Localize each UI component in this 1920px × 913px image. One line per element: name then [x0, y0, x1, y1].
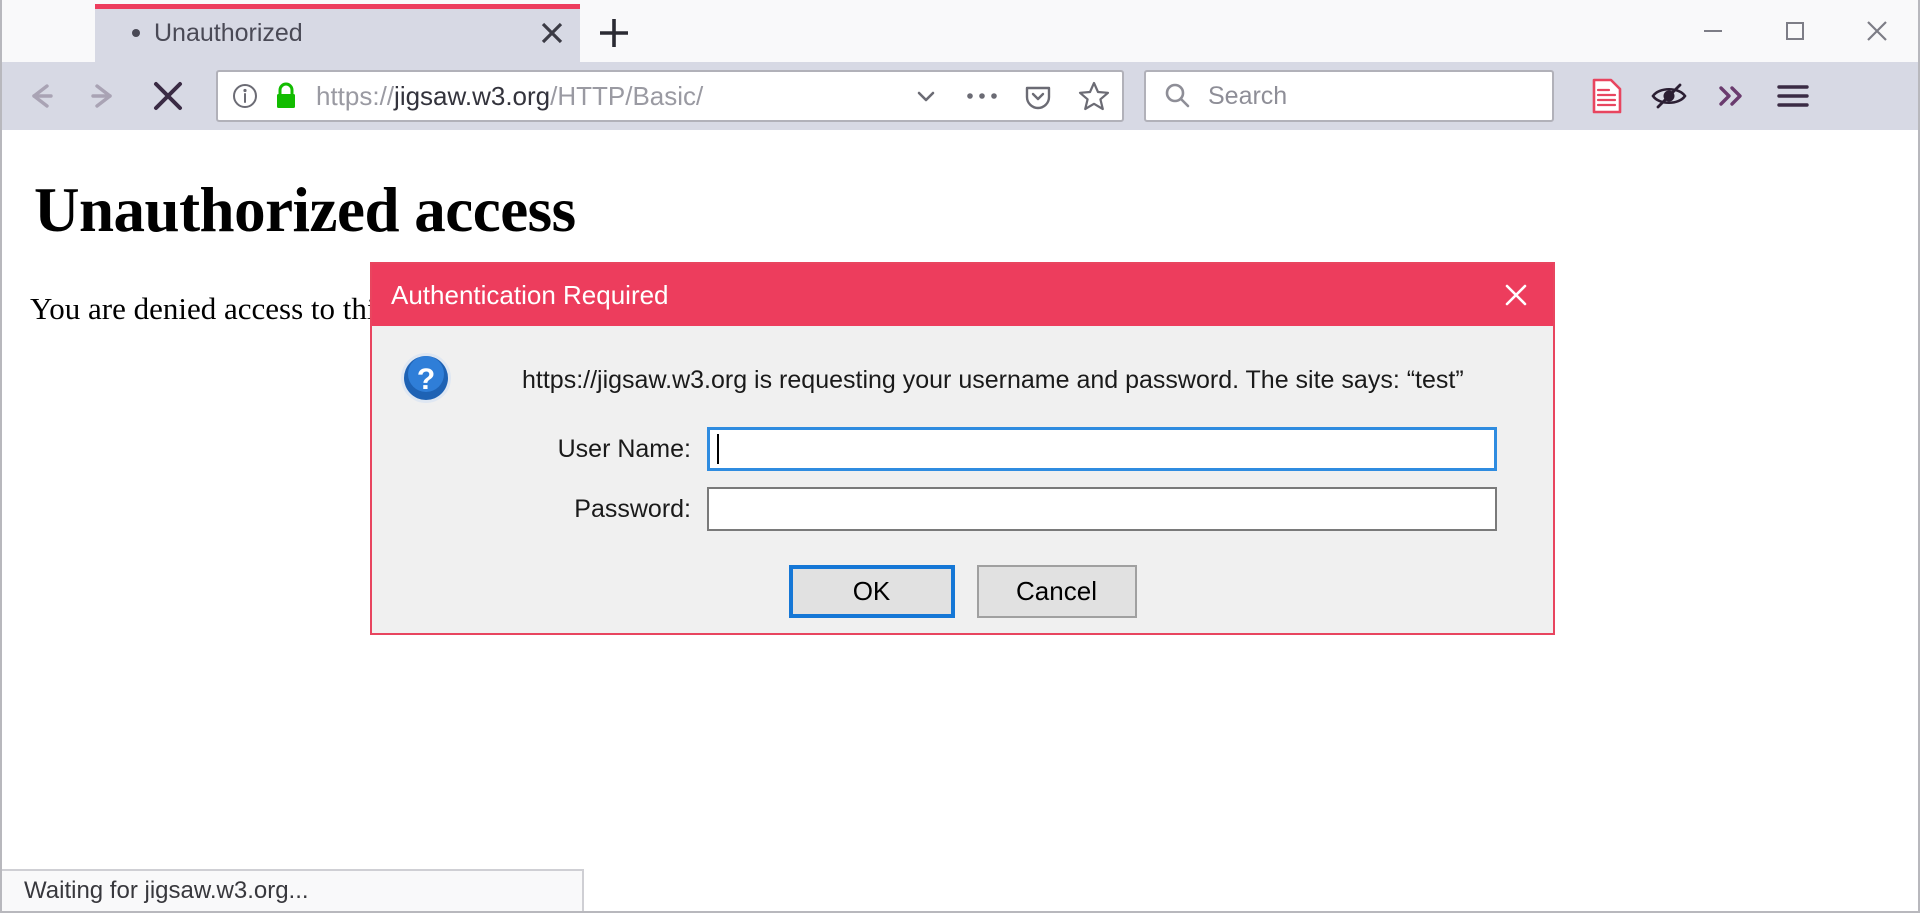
tab-title: Unauthorized — [154, 18, 303, 47]
reader-mode-icon[interactable] — [1576, 65, 1638, 127]
double-chevron-right-icon[interactable] — [1700, 65, 1762, 127]
search-bar[interactable]: Search — [1144, 70, 1554, 122]
url-path: /HTTP/Basic/ — [550, 80, 704, 111]
dialog-message: https://jigsaw.w3.org is requesting your… — [522, 366, 1464, 394]
dialog-buttons: OK Cancel — [372, 565, 1553, 618]
page-title: Unauthorized access — [34, 175, 576, 245]
dialog-title-bar: Authentication Required — [372, 264, 1553, 326]
window-close-button[interactable] — [1836, 0, 1918, 62]
tab-favicon-icon — [132, 29, 140, 37]
status-text: Waiting for jigsaw.w3.org... — [24, 877, 309, 904]
stop-loading-button[interactable] — [136, 64, 200, 128]
browser-window: Unauthorized https://jigsaw.w3.org/HTTP/… — [0, 0, 1920, 913]
ok-button[interactable]: OK — [788, 565, 955, 618]
search-input[interactable]: Search — [1208, 82, 1287, 111]
url-scheme: https:// — [316, 80, 395, 111]
navigation-toolbar: https://jigsaw.w3.org/HTTP/Basic/ Search — [2, 62, 1918, 130]
url-bar[interactable]: https://jigsaw.w3.org/HTTP/Basic/ — [216, 70, 1124, 122]
chevron-down-icon[interactable] — [898, 70, 954, 122]
eye-slash-icon[interactable] — [1638, 65, 1700, 127]
username-input[interactable] — [707, 427, 1497, 471]
svg-text:?: ? — [417, 363, 435, 396]
password-label: Password: — [574, 494, 691, 523]
search-icon — [1162, 81, 1192, 111]
authentication-dialog: Authentication Required ? https://jigsaw… — [370, 262, 1555, 635]
password-input[interactable] — [707, 487, 1497, 531]
ellipsis-icon[interactable] — [954, 70, 1010, 122]
browser-tab-unauthorized[interactable]: Unauthorized — [95, 4, 580, 62]
back-button[interactable] — [8, 64, 72, 128]
url-text: https://jigsaw.w3.org/HTTP/Basic/ — [316, 81, 898, 112]
dialog-title: Authentication Required — [391, 279, 669, 310]
text-caret — [717, 434, 719, 464]
toolbar-right-icons — [1576, 65, 1824, 127]
password-field-row: Password: — [372, 487, 1553, 531]
info-circle-icon[interactable] — [230, 81, 260, 111]
window-minimize-button[interactable] — [1672, 0, 1754, 62]
pocket-icon[interactable] — [1010, 70, 1066, 122]
dialog-body: ? https://jigsaw.w3.org is requesting yo… — [372, 326, 1553, 633]
new-tab-button[interactable] — [580, 4, 648, 62]
cancel-button[interactable]: Cancel — [976, 565, 1137, 618]
hamburger-menu-icon[interactable] — [1762, 65, 1824, 127]
star-icon[interactable] — [1066, 70, 1122, 122]
question-mark-icon: ? — [398, 350, 454, 411]
forward-button[interactable] — [72, 64, 136, 128]
status-bar: Waiting for jigsaw.w3.org... — [2, 869, 584, 911]
tab-strip: Unauthorized — [2, 0, 1918, 62]
username-label: User Name: — [557, 434, 691, 463]
dialog-message-row: ? https://jigsaw.w3.org is requesting yo… — [372, 326, 1553, 411]
username-field-row: User Name: — [372, 427, 1553, 471]
window-maximize-button[interactable] — [1754, 0, 1836, 62]
tab-close-icon[interactable] — [524, 5, 580, 61]
dialog-close-icon[interactable] — [1485, 264, 1547, 326]
url-host: jigsaw.w3.org — [394, 80, 551, 111]
window-controls — [1672, 0, 1918, 62]
lock-icon[interactable] — [272, 81, 300, 111]
